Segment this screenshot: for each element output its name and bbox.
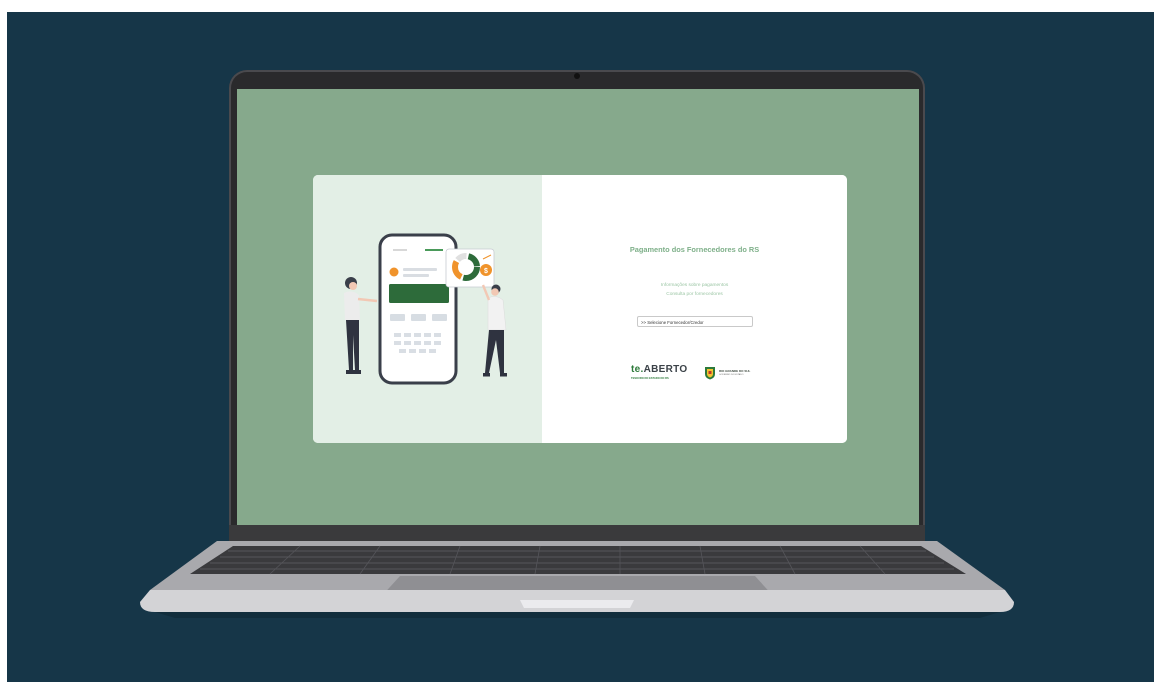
laptop-base [140,541,1014,618]
